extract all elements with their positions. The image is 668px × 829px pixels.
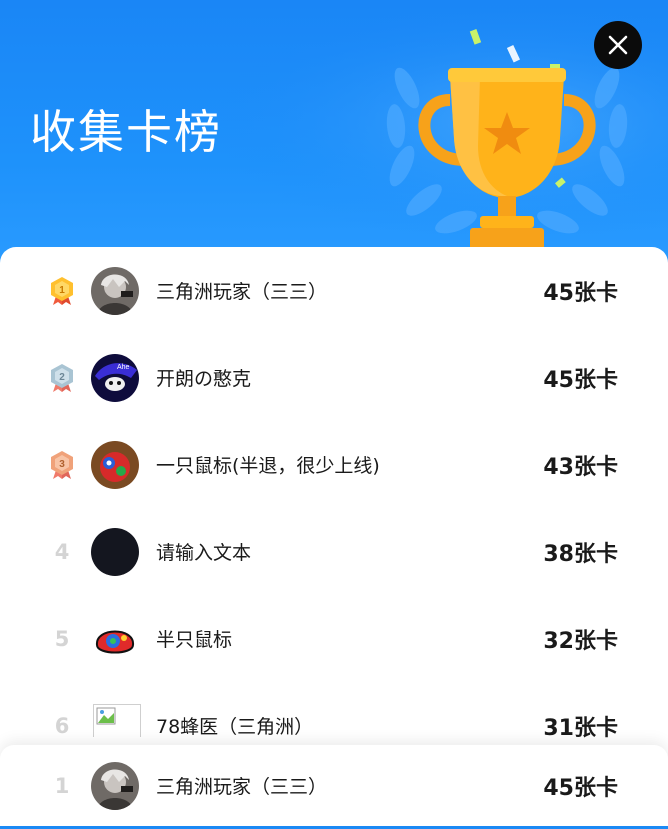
gold-medal-icon: 1 [51,276,73,305]
avatar[interactable]: Ahe [91,353,139,402]
svg-text:3: 3 [59,459,65,470]
my-rank-row[interactable]: 1 三角洲玩家（三三） 45张卡 [0,742,668,829]
player-name: 78蜂医（三角洲） [156,716,314,738]
svg-text:2: 2 [59,372,65,383]
leaderboard-list: 1 三角洲玩家（三三） 45张卡 2 Ahe 开朗の憨克 45张卡 3 一只鼠标… [0,247,668,826]
my-rank-bar: 1 三角洲玩家（三三） 45张卡 [0,745,668,826]
avatar[interactable] [91,527,139,576]
bronze-medal-icon: 3 [51,450,73,479]
card-count: 45张卡 [543,775,618,801]
leaderboard-header: 收集卡榜 [0,0,668,270]
avatar[interactable] [91,761,139,810]
card-count: 32张卡 [543,628,618,654]
rank-number: 6 [54,713,70,738]
player-name: 三角洲玩家（三三） [156,776,328,798]
player-name: 一只鼠标(半退，很少上线) [156,455,380,477]
player-name: 开朗の憨克 [156,368,252,390]
page-title: 收集卡榜 [30,105,222,159]
svg-text:1: 1 [59,285,65,296]
card-count: 45张卡 [543,280,618,306]
card-count: 43张卡 [543,454,618,480]
close-icon [608,35,628,55]
rank-badge: 2 [42,358,82,398]
leaderboard-row[interactable]: 4 请输入文本 38张卡 [0,508,668,595]
card-count: 38张卡 [543,541,618,567]
avatar[interactable] [91,440,139,489]
avatar[interactable] [91,266,139,315]
player-name: 三角洲玩家（三三） [156,281,328,303]
player-name: 请输入文本 [156,542,252,564]
leaderboard-row[interactable]: 3 一只鼠标(半退，很少上线) 43张卡 [0,421,668,508]
leaderboard-row[interactable]: 5 半只鼠标 32张卡 [0,595,668,682]
rank-number: 1 [54,773,70,798]
broken-image-icon[interactable] [93,704,141,737]
avatar[interactable] [91,614,139,663]
rank-number: 4 [54,539,70,564]
rank-badge: 3 [42,445,82,485]
svg-text:Ahe: Ahe [117,364,130,371]
card-count: 45张卡 [543,367,618,393]
leaderboard-row[interactable]: 2 Ahe 开朗の憨克 45张卡 [0,334,668,421]
silver-medal-icon: 2 [51,363,73,392]
close-button[interactable] [594,21,642,69]
card-count: 31张卡 [543,715,618,741]
leaderboard-row[interactable]: 1 三角洲玩家（三三） 45张卡 [0,247,668,334]
player-name: 半只鼠标 [156,629,233,651]
rank-number: 5 [54,626,70,651]
rank-badge: 1 [42,271,82,311]
